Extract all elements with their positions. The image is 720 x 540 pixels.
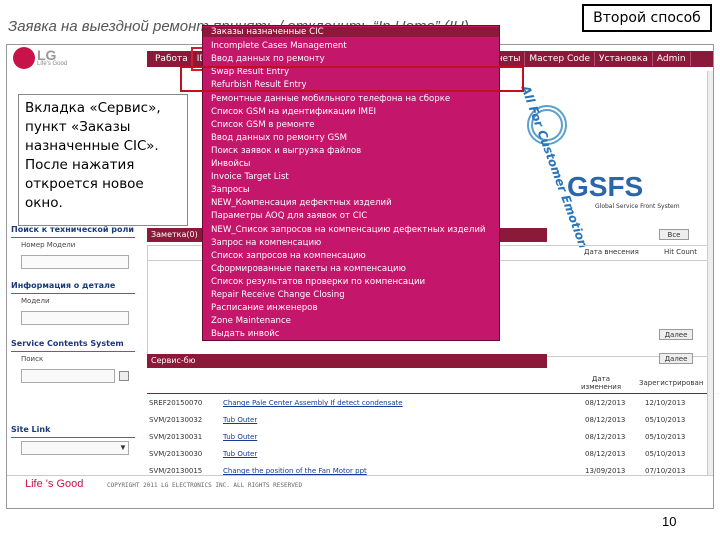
dropdown-item-14[interactable]: Параметры AOQ для заявок от CIC [211,211,367,221]
menu-item-0[interactable]: Работа [151,52,193,66]
lg-logo-icon [13,47,35,69]
notes-panel-title: Заметка(0) [151,230,198,239]
dropdown-item-0[interactable]: Заказы назначенные CIC [203,27,499,37]
table-cell-id: SVM/20130031 [149,433,203,441]
model-number-input[interactable] [21,255,129,269]
table-cell-id: SVM/20130032 [149,416,203,424]
bulletin-more-button[interactable]: Далее [659,353,693,364]
table-cell-d1: 08/12/2013 [585,399,626,407]
table-cell-d1: 08/12/2013 [585,433,626,441]
table-cell-d1: 13/09/2013 [585,467,626,475]
search-icon[interactable] [119,371,129,381]
menu-item-7[interactable]: Мастер Code [525,52,596,66]
gsfs-brand: GSFS [567,171,644,202]
dropdown-item-5[interactable]: Ремонтные данные мобильного телефона на … [211,94,450,104]
sidebar-separator [11,293,135,294]
menu-item-8[interactable]: Установка [595,52,653,66]
notes-more-button[interactable]: Далее [659,329,693,340]
table-cell-text[interactable]: Change the position of the Fan Motor ppt [223,467,367,475]
sidebar-label-search: Поиск [21,355,44,363]
sidebar-section-3: Service Contents System [11,339,124,348]
table-cell-d2: 05/10/2013 [645,416,686,424]
footer-copyright: COPYRIGHT 2011 LG ELECTRONICS INC. ALL R… [107,482,303,489]
bulletin-table: Дата изменения Зарегистрирован SREF20150… [147,375,713,479]
dropdown-item-9[interactable]: Поиск заявок и выгрузка файлов [211,146,361,156]
page-scrollbar[interactable] [707,71,713,475]
dropdown-item-22[interactable]: Zone Maintenance [211,316,291,326]
sidebar-section-1: Поиск к технической роли [11,225,134,234]
table-cell-text[interactable]: Change Pale Center Assembly If detect co… [223,399,403,407]
dropdown-item-10[interactable]: Инвойсы [211,159,250,169]
sidebar: Поиск к технической роли Номер Модели Ин… [7,225,139,508]
table-cell-id: SVM/20130030 [149,450,203,458]
col-date: Дата внесения [584,248,639,256]
dropdown-item-18[interactable]: Сформированные пакеты на компенсацию [211,264,406,274]
table-cell-d2: 05/10/2013 [645,433,686,441]
dropdown-item-12[interactable]: Запросы [211,185,250,195]
sidebar-separator [11,437,135,438]
sidebar-separator [11,237,135,238]
dropdown-item-7[interactable]: Список GSM в ремонте [211,120,315,130]
table-cell-text[interactable]: Tub Outer [223,433,257,441]
footer: Life 's Good COPYRIGHT 2011 LG ELECTRONI… [7,475,713,495]
site-link-select[interactable] [21,441,129,455]
service-bulletin-title: Сервис-бю [151,356,196,365]
dropdown-item-11[interactable]: Invoice Target List [211,172,289,182]
dropdown-item-19[interactable]: Список результатов проверки по компенсац… [211,277,425,287]
callout-instruction: Вкладка «Сервис», пункт «Заказы назначен… [18,94,188,226]
dropdown-item-16[interactable]: Запрос на компенсацию [211,238,321,248]
dropdown-highlight-frame [180,66,524,92]
table-cell-text[interactable]: Tub Outer [223,416,257,424]
search-input[interactable] [21,369,115,383]
col-change-date: Дата изменения [580,375,622,391]
table-cell-d2: 05/10/2013 [645,450,686,458]
table-cell-d1: 08/12/2013 [585,450,626,458]
hero-banner: All For Customer Emotion GSFS Global Ser… [503,71,713,250]
dropdown-item-2[interactable]: Ввод данных по ремонту [211,54,325,64]
table-cell-d2: 07/10/2013 [645,467,686,475]
lg-logo-sub: Life's Good [37,61,68,67]
sidebar-separator [11,351,135,352]
all-button[interactable]: Все [659,229,689,240]
callout-second-way: Второй способ [582,4,712,32]
sidebar-section-4: Site Link [11,425,51,434]
footer-logo: Life 's Good [25,478,84,490]
dropdown-item-6[interactable]: Список GSM на идентификации IMEI [211,107,376,117]
table-cell-id: SREF20150070 [149,399,203,407]
table-cell-d1: 08/12/2013 [585,416,626,424]
col-registered: Зарегистрирован [639,379,704,387]
gsfs-brand-sub: Global Service Front System [595,203,680,210]
dropdown-item-17[interactable]: Список запросов на компенсацию [211,251,366,261]
dropdown-item-13[interactable]: NEW_Компенсация дефектных изделий [211,198,392,208]
service-bulletin-header: Сервис-бю [147,354,547,368]
dropdown-item-20[interactable]: Repair Receive Change Closing [211,290,345,300]
dropdown-item-23[interactable]: Выдать инвойс [211,329,280,339]
dropdown-item-15[interactable]: NEW_Список запросов на компенсацию дефек… [211,225,486,235]
table-cell-id: SVM/20130015 [149,467,203,475]
sidebar-label-models: Модели [21,297,50,305]
models-input[interactable] [21,311,129,325]
table-cell-text[interactable]: Tub Outer [223,450,257,458]
sidebar-section-2: Информация о детале [11,281,116,290]
chevron-down-icon: ▼ [119,443,127,452]
table-cell-d2: 12/10/2013 [645,399,686,407]
col-hit-count: Hit Count [664,248,697,256]
menu-item-9[interactable]: Admin [653,52,691,66]
sidebar-label-model: Номер Модели [21,241,76,249]
page-number: 10 [662,514,677,529]
dropdown-item-21[interactable]: Расписание инженеров [211,303,318,313]
dropdown-item-8[interactable]: Ввод данных по ремонту GSM [211,133,347,143]
dropdown-item-1[interactable]: Incomplete Cases Management [211,41,347,51]
